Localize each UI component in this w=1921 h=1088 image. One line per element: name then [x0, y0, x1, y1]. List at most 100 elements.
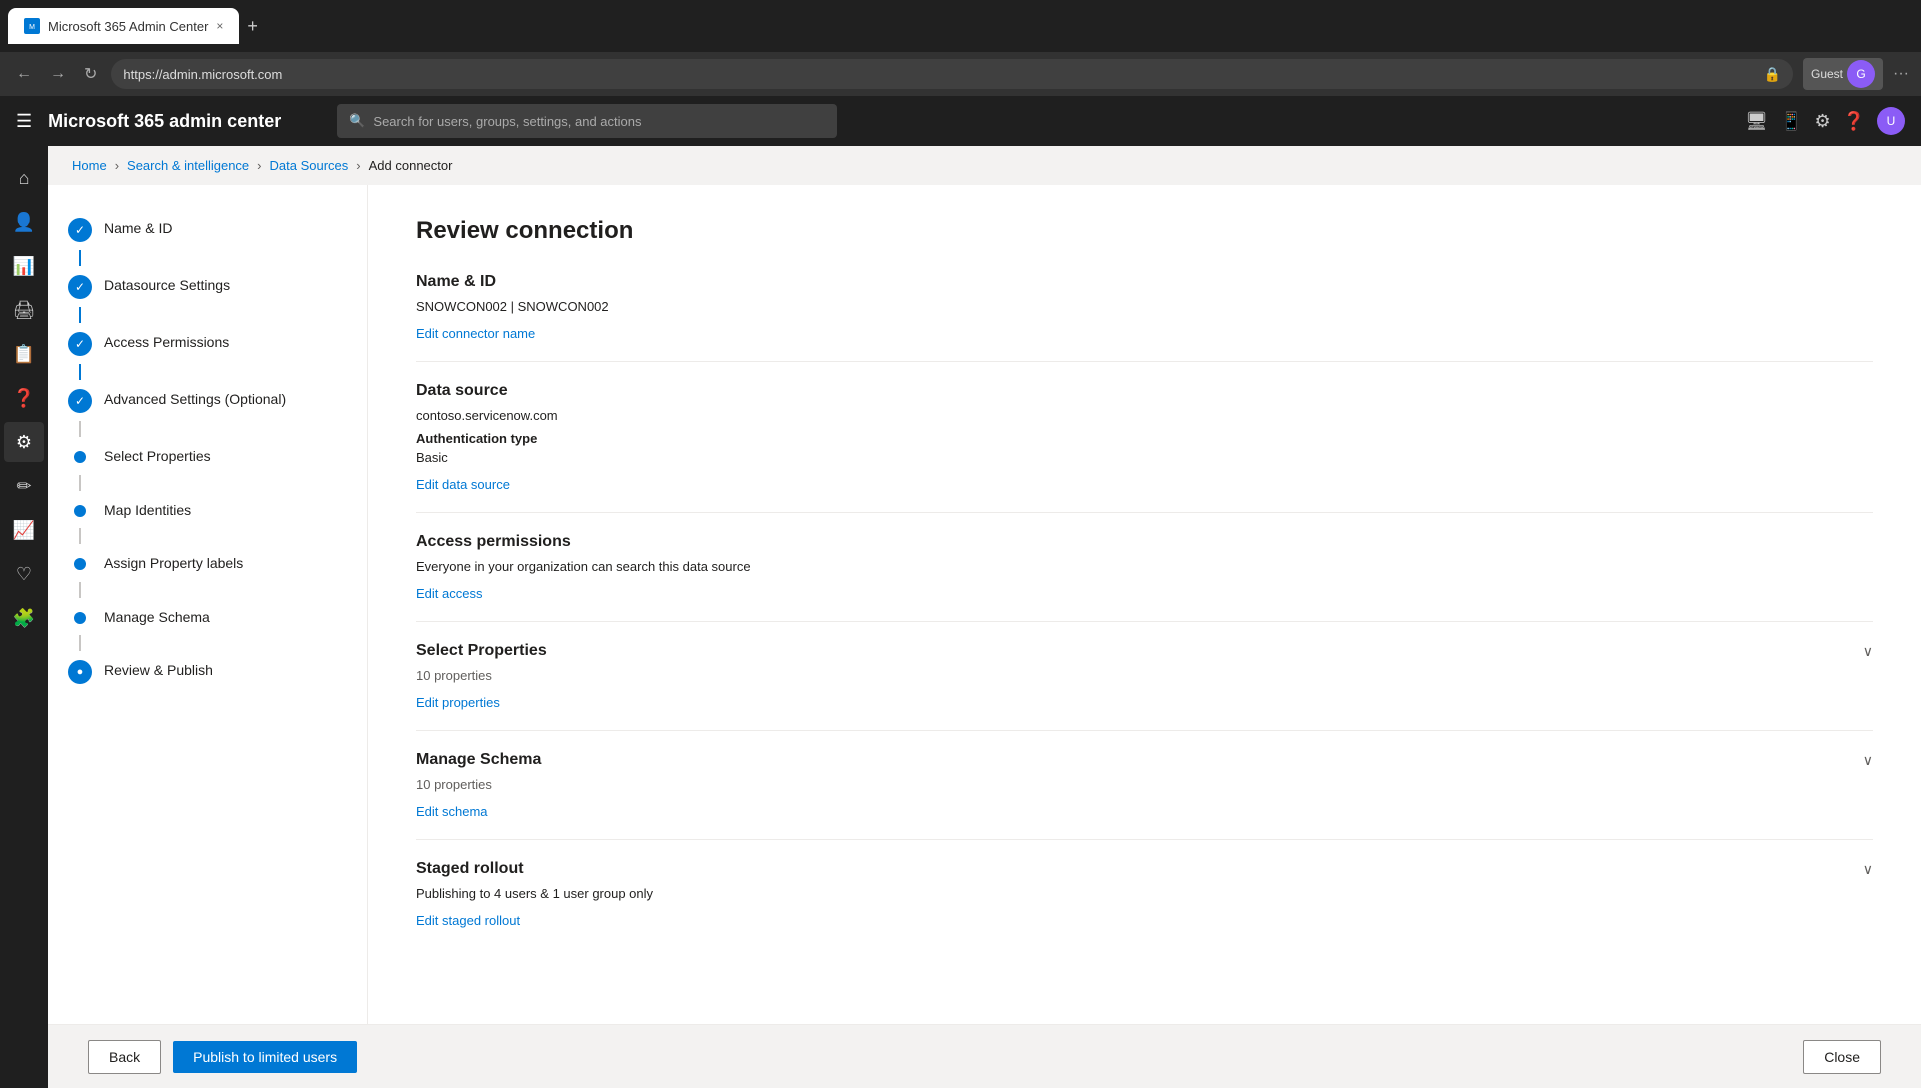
sidebar-item-analytics[interactable]: 📊 [4, 246, 44, 286]
back-nav-button[interactable]: ← [12, 61, 36, 87]
tab-favicon: M [24, 18, 40, 34]
step-manage-schema[interactable]: Manage Schema [68, 598, 347, 636]
sidebar-item-billing[interactable]: 🖨 [4, 290, 44, 330]
settings-icon[interactable]: ⚙ [1814, 111, 1830, 132]
back-button[interactable]: Back [88, 1040, 161, 1074]
section-title-select-props: Select Properties [416, 642, 547, 660]
step-sidebar: ✓ Name & ID ✓ Datasource Settings [48, 185, 368, 1024]
step-assign-labels[interactable]: Assign Property labels [68, 544, 347, 582]
breadcrumb-search[interactable]: Search & intelligence [127, 158, 249, 173]
step-indicator-advanced: ✓ [68, 389, 92, 413]
new-tab-button[interactable]: + [247, 16, 258, 37]
section-header-data-source: Data source [416, 382, 1873, 400]
step-label-datasource: Datasource Settings [104, 274, 230, 296]
step-label-name-id: Name & ID [104, 217, 172, 239]
guest-button[interactable]: Guest G [1803, 58, 1883, 90]
browser-tab[interactable]: M Microsoft 365 Admin Center × [8, 8, 239, 44]
review-section-select-props: Select Properties ∨ 10 properties Edit p… [416, 642, 1873, 731]
sidebar-item-home[interactable]: ⌂ [4, 158, 44, 198]
address-bar[interactable]: https://admin.microsoft.com 🔒 [111, 59, 1793, 89]
address-text: https://admin.microsoft.com [123, 67, 282, 82]
section-header-access: Access permissions [416, 533, 1873, 551]
section-header-manage-schema: Manage Schema ∨ [416, 751, 1873, 769]
security-icon: 🔒 [1764, 66, 1781, 83]
step-connector-3 [79, 364, 81, 380]
step-name-id[interactable]: ✓ Name & ID [68, 209, 347, 250]
top-bar: ☰ Microsoft 365 admin center 🔍 Search fo… [0, 96, 1921, 146]
review-section-name-id: Name & ID SNOWCON002 | SNOWCON002 Edit c… [416, 273, 1873, 362]
step-label-map-id: Map Identities [104, 499, 191, 521]
staged-rollout-description: Publishing to 4 users & 1 user group onl… [416, 886, 1873, 901]
section-header-staged-rollout: Staged rollout ∨ [416, 860, 1873, 878]
edit-staged-rollout-link[interactable]: Edit staged rollout [416, 913, 520, 928]
step-indicator-access: ✓ [68, 332, 92, 356]
step-connector-6 [79, 528, 81, 544]
breadcrumb-home[interactable]: Home [72, 158, 107, 173]
section-title-manage-schema: Manage Schema [416, 751, 541, 769]
hamburger-menu-icon[interactable]: ☰ [16, 111, 32, 132]
publish-button[interactable]: Publish to limited users [173, 1041, 357, 1073]
step-indicator-datasource: ✓ [68, 275, 92, 299]
forward-nav-button[interactable]: → [46, 61, 70, 87]
step-advanced-settings[interactable]: ✓ Advanced Settings (Optional) [68, 380, 347, 421]
review-section-manage-schema: Manage Schema ∨ 10 properties Edit schem… [416, 751, 1873, 840]
connector-id-value: SNOWCON002 | SNOWCON002 [416, 299, 1873, 314]
sidebar-item-pen[interactable]: ✏ [4, 466, 44, 506]
sidebar-item-users[interactable]: 👤 [4, 202, 44, 242]
step-map-identities[interactable]: Map Identities [68, 491, 347, 529]
data-source-url: contoso.servicenow.com [416, 408, 1873, 423]
section-header-select-props: Select Properties ∨ [416, 642, 1873, 660]
guest-label: Guest [1811, 67, 1843, 81]
bottom-bar: Back Publish to limited users Close [48, 1024, 1921, 1088]
review-section-staged-rollout: Staged rollout ∨ Publishing to 4 users &… [416, 860, 1873, 948]
breadcrumb-datasources[interactable]: Data Sources [270, 158, 349, 173]
sidebar-item-chart[interactable]: 📈 [4, 510, 44, 550]
monitor-icon[interactable]: 🖥 [1745, 111, 1768, 132]
user-avatar[interactable]: U [1877, 107, 1905, 135]
checkmark-icon-access: ✓ [75, 337, 85, 351]
tab-close-btn[interactable]: × [216, 19, 223, 33]
manage-schema-chevron[interactable]: ∨ [1863, 752, 1873, 769]
sidebar-item-puzzle[interactable]: 🧩 [4, 598, 44, 638]
global-search-box[interactable]: 🔍 Search for users, groups, settings, an… [337, 104, 837, 138]
step-review-publish[interactable]: ● Review & Publish [68, 651, 347, 692]
sidebar-item-support[interactable]: ❓ [4, 378, 44, 418]
breadcrumb-sep-2: › [257, 158, 261, 173]
section-title-staged-rollout: Staged rollout [416, 860, 524, 878]
step-connector-2 [79, 307, 81, 323]
help-icon[interactable]: ❓ [1843, 111, 1865, 132]
step-select-properties[interactable]: Select Properties [68, 437, 347, 475]
app-shell: ☰ Microsoft 365 admin center 🔍 Search fo… [0, 96, 1921, 1088]
section-title-data-source: Data source [416, 382, 508, 400]
auth-type-value: Basic [416, 450, 1873, 465]
edit-connector-name-link[interactable]: Edit connector name [416, 326, 535, 341]
sidebar-item-settings[interactable]: ⚙ [4, 422, 44, 462]
step-indicator-map-id [74, 505, 86, 517]
mobile-icon[interactable]: 📱 [1780, 111, 1802, 132]
edit-data-source-link[interactable]: Edit data source [416, 477, 510, 492]
select-props-chevron[interactable]: ∨ [1863, 643, 1873, 660]
app-title: Microsoft 365 admin center [48, 111, 281, 132]
refresh-nav-button[interactable]: ↻ [80, 60, 101, 88]
step-connector-5 [79, 475, 81, 491]
avatar: G [1847, 60, 1875, 88]
step-label-assign: Assign Property labels [104, 552, 243, 574]
access-description: Everyone in your organization can search… [416, 559, 1873, 574]
step-datasource-settings[interactable]: ✓ Datasource Settings [68, 266, 347, 307]
browser-ellipsis-button[interactable]: ··· [1893, 65, 1909, 83]
edit-schema-link[interactable]: Edit schema [416, 804, 488, 819]
staged-rollout-chevron[interactable]: ∨ [1863, 861, 1873, 878]
step-connector-7 [79, 582, 81, 598]
sidebar-item-heart[interactable]: ♡ [4, 554, 44, 594]
sidebar-item-reports[interactable]: 📋 [4, 334, 44, 374]
select-props-count: 10 properties [416, 668, 1873, 683]
edit-access-link[interactable]: Edit access [416, 586, 482, 601]
close-button[interactable]: Close [1803, 1040, 1881, 1074]
section-header-name-id: Name & ID [416, 273, 1873, 291]
step-access-permissions[interactable]: ✓ Access Permissions [68, 323, 347, 364]
edit-properties-link[interactable]: Edit properties [416, 695, 500, 710]
svg-text:M: M [29, 24, 35, 31]
search-placeholder: Search for users, groups, settings, and … [373, 114, 641, 129]
step-connector-8 [79, 635, 81, 651]
checkmark-icon-advanced: ✓ [75, 394, 85, 408]
